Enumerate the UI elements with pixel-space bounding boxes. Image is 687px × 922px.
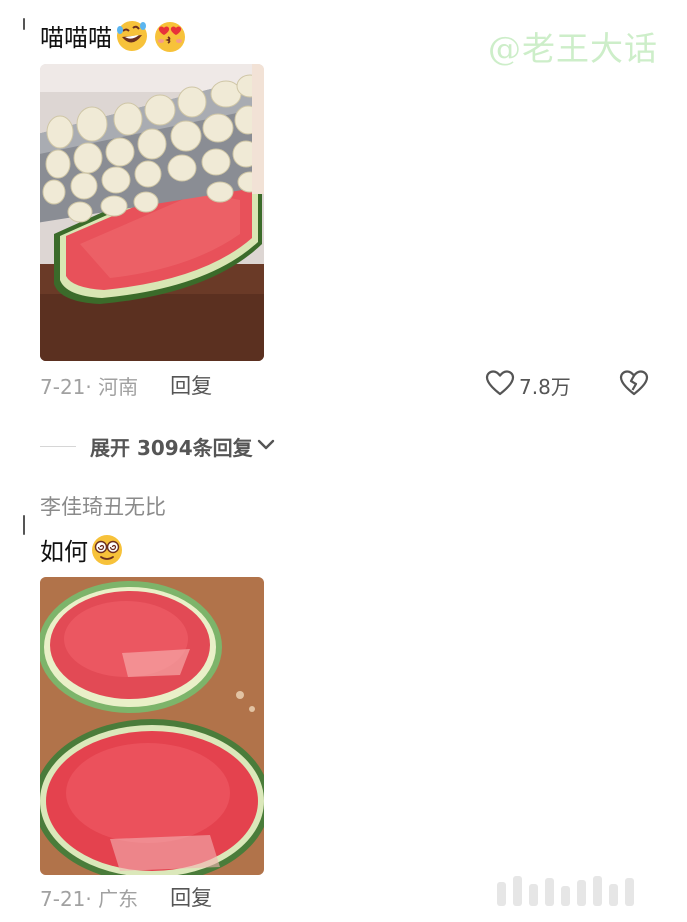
comment-image[interactable] [40,577,264,875]
reply-button[interactable]: 回复 [170,882,212,912]
comment-image[interactable] [40,64,264,361]
comment-date-location: 7-21· 河南 [40,374,139,399]
heart-eyes-kiss-emoji [152,18,188,58]
chevron-down-icon [257,437,275,456]
comment-date-location: 7-21· 广东 [40,886,139,911]
reply-button[interactable]: 回复 [170,370,212,400]
loading-indicator [497,876,641,906]
like-count: 7.8万 [519,374,571,399]
expand-replies-label: 展开 3094条回复 [90,435,253,460]
rofl-emoji [114,18,150,58]
comment-text: 喵喵喵 [40,24,112,52]
broken-heart-icon[interactable] [619,369,649,401]
comment-meta: 7-21· 河南 回复 7.8万 [40,367,650,403]
thread-indicator [23,18,25,30]
divider [40,445,76,447]
heart-icon [485,369,515,401]
comment-item: 李佳琦丑无比 如何 7-21· 广东 回复 [40,494,650,915]
comment-text: 如何 [40,538,88,566]
like-button[interactable]: 7.8万 [485,369,571,401]
expand-replies-button[interactable]: 展开 3094条回复 [40,431,275,461]
thread-indicator [23,515,25,535]
dizzy-eyes-emoji [90,533,124,571]
comment-feed: @老王大话 喵喵喵 7-21· 河南 回复 7.8万 展开 3094条回复 李佳… [0,0,687,922]
comment-item: 喵喵喵 7-21· 河南 回复 7.8万 [40,20,650,403]
comment-username[interactable]: 李佳琦丑无比 [40,494,650,520]
